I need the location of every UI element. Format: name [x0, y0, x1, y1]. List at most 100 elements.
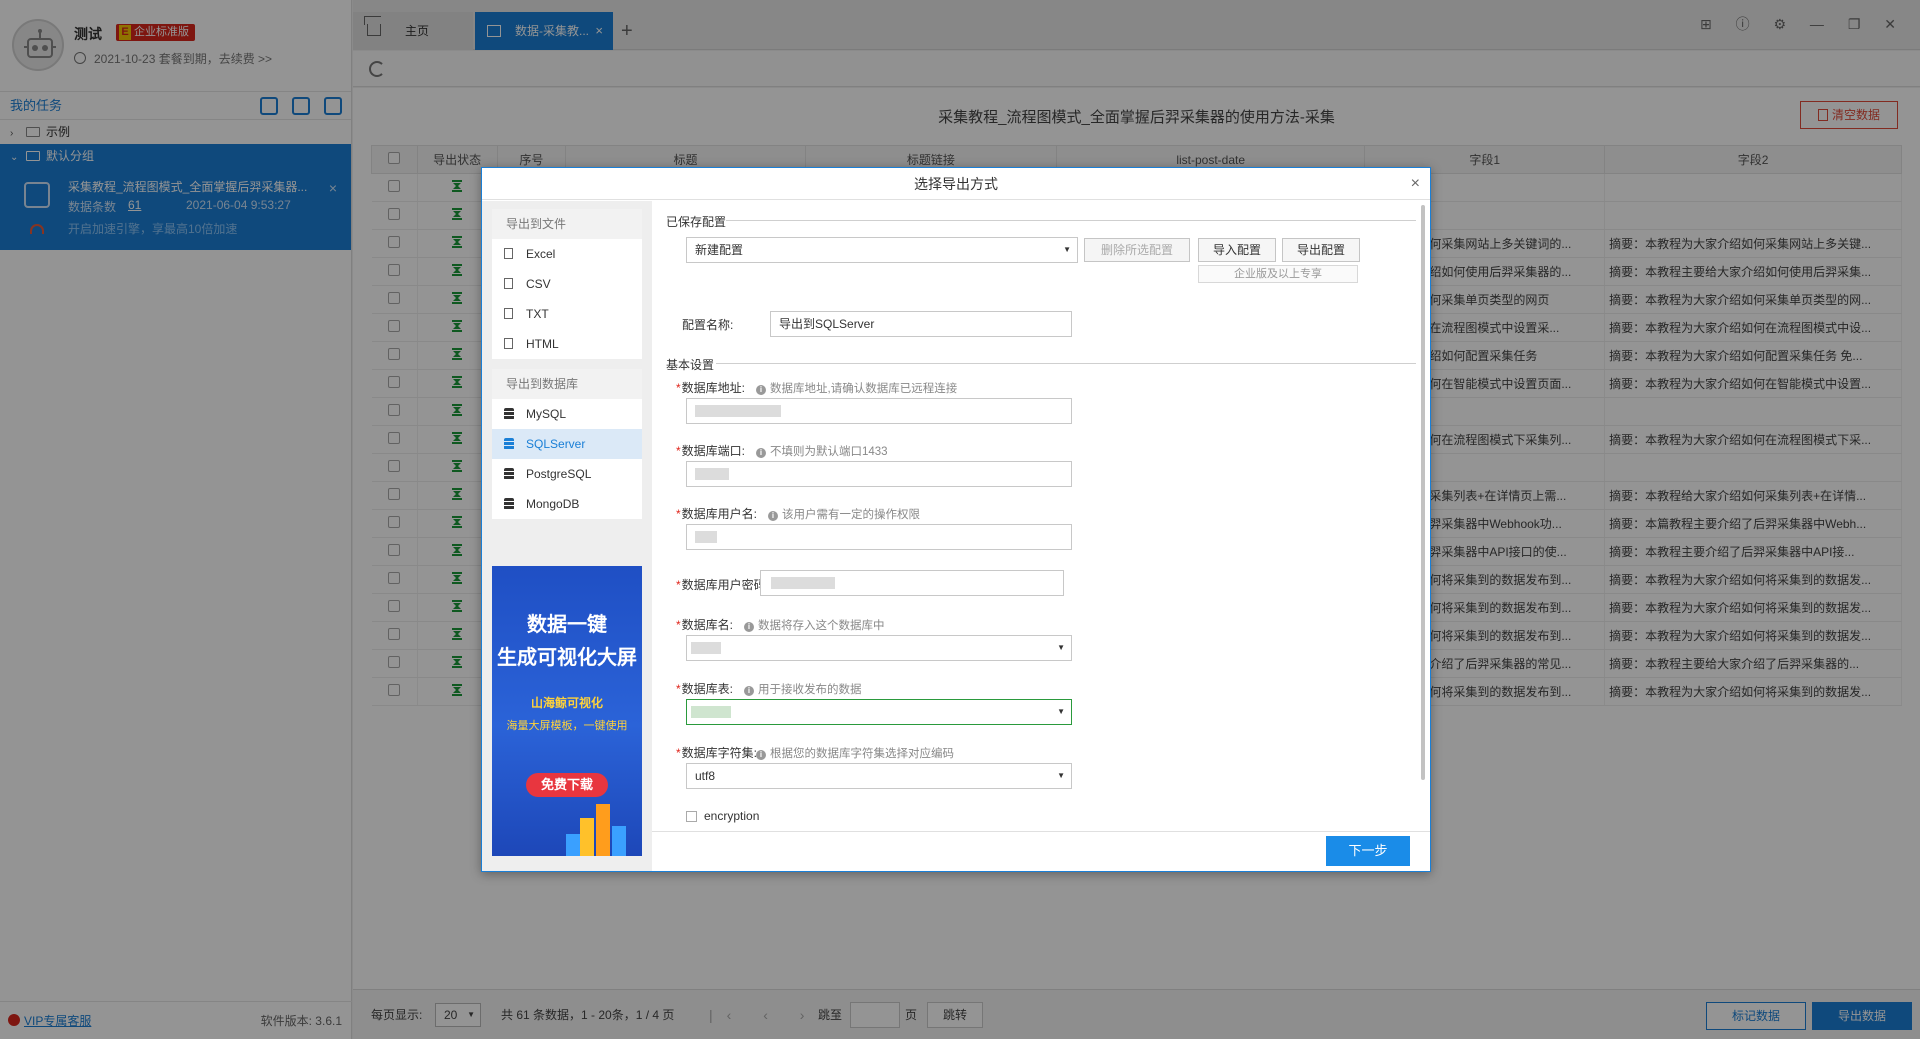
- required-mark: *: [676, 746, 681, 760]
- database-icon: [504, 408, 514, 420]
- database-icon: [504, 498, 514, 510]
- db-table-hint-text: 用于接收发布的数据: [758, 684, 862, 696]
- export-html-label: HTML: [526, 337, 559, 351]
- db-port-label: *数据库端口:: [676, 442, 745, 459]
- db-table-select[interactable]: [686, 699, 1072, 725]
- db-port-hint-text: 不填则为默认端口1433: [770, 446, 888, 458]
- export-file-group-title: 导出到文件: [492, 209, 642, 239]
- required-mark: *: [676, 507, 681, 521]
- db-user-label-text: 数据库用户名:: [681, 507, 758, 521]
- db-password-input[interactable]: [760, 570, 1064, 596]
- file-icon: [504, 308, 513, 319]
- db-address-label: *数据库地址:: [676, 379, 745, 396]
- database-icon: [504, 438, 514, 450]
- export-sqlserver[interactable]: SQLServer: [492, 429, 642, 459]
- export-sqlserver-label: SQLServer: [526, 437, 586, 451]
- dialog-header: 选择导出方式 ×: [482, 168, 1430, 200]
- promo-line4: 海量大屏模板，一键使用: [506, 720, 628, 732]
- export-excel-label: Excel: [526, 247, 556, 261]
- db-password-label: *数据库用户密码:: [676, 576, 769, 593]
- db-name-label: *数据库名:: [676, 616, 733, 633]
- required-mark: *: [676, 618, 681, 632]
- export-excel[interactable]: Excel: [492, 239, 642, 269]
- encryption-checkbox[interactable]: [686, 811, 697, 822]
- import-config-button[interactable]: 导入配置: [1198, 238, 1276, 262]
- db-address-label-text: 数据库地址:: [681, 381, 746, 395]
- promo-line3: 山海鲸可视化: [530, 696, 603, 710]
- db-table-hint: i 用于接收发布的数据: [744, 681, 862, 697]
- next-step-button[interactable]: 下一步: [1326, 836, 1410, 866]
- db-user-label: *数据库用户名:: [676, 505, 757, 522]
- export-db-group-title: 导出到数据库: [492, 369, 642, 399]
- promo-line2: 生成可视化大屏: [497, 647, 637, 669]
- config-name-input[interactable]: 导出到SQLServer: [770, 311, 1072, 337]
- db-charset-label: *数据库字符集:: [676, 744, 757, 761]
- info-icon: i: [756, 385, 766, 395]
- export-csv-label: CSV: [526, 277, 551, 291]
- db-port-hint: i 不填则为默认端口1433: [756, 443, 888, 459]
- file-icon: [504, 338, 513, 349]
- redacted-value: [691, 642, 721, 654]
- db-user-input[interactable]: [686, 524, 1072, 550]
- enterprise-only-note: 企业版及以上专享: [1198, 265, 1358, 283]
- required-mark: *: [676, 578, 681, 592]
- file-icon: [504, 248, 513, 259]
- db-address-input[interactable]: [686, 398, 1072, 424]
- db-charset-hint: i 根据您的数据库字符集选择对应编码: [756, 745, 954, 761]
- db-port-input[interactable]: [686, 461, 1072, 487]
- db-name-select[interactable]: [686, 635, 1072, 661]
- saved-config-title: 已保存配置: [666, 215, 727, 229]
- required-mark: *: [676, 381, 681, 395]
- export-mongodb[interactable]: MongoDB: [492, 489, 642, 519]
- encryption-label: encryption: [704, 809, 760, 823]
- db-table-label-text: 数据库表:: [681, 682, 734, 696]
- promo-chart-bar: [580, 818, 594, 856]
- export-type-menu: 导出到文件 Excel CSV TXT HTML 导出到数据库 MySQL SQ…: [482, 201, 652, 871]
- promo-chart-bar: [596, 804, 610, 856]
- export-config-button[interactable]: 导出配置: [1282, 238, 1360, 262]
- export-csv[interactable]: CSV: [492, 269, 642, 299]
- form-scrollbar[interactable]: [1421, 205, 1425, 780]
- redacted-value: [695, 405, 781, 417]
- config-name-label: 配置名称:: [682, 318, 734, 332]
- promo-line1: 数据一键: [527, 614, 607, 636]
- free-download-button[interactable]: 免费下载: [526, 773, 608, 797]
- db-table-label: *数据库表:: [676, 680, 733, 697]
- file-icon: [504, 278, 513, 289]
- basic-settings-title: 基本设置: [666, 358, 715, 372]
- promo-chart-bar: [612, 826, 626, 856]
- promo-banner[interactable]: 数据一键 生成可视化大屏 山海鲸可视化 海量大屏模板，一键使用 免费下载: [492, 566, 642, 856]
- export-file-group: 导出到文件 Excel CSV TXT HTML: [492, 209, 642, 359]
- info-icon: i: [768, 511, 778, 521]
- info-icon: i: [756, 750, 766, 760]
- export-db-group: 导出到数据库 MySQL SQLServer PostgreSQL MongoD…: [492, 369, 642, 519]
- info-icon: i: [744, 686, 754, 696]
- saved-config-select[interactable]: 新建配置: [686, 237, 1078, 263]
- db-port-label-text: 数据库端口:: [681, 444, 746, 458]
- db-address-hint-text: 数据库地址,请确认数据库已远程连接: [770, 383, 958, 395]
- section-divider: [726, 220, 1416, 221]
- db-user-hint: i 该用户需有一定的操作权限: [768, 506, 920, 522]
- export-postgresql-label: PostgreSQL: [526, 467, 592, 481]
- saved-config-value: 新建配置: [695, 243, 744, 257]
- export-txt[interactable]: TXT: [492, 299, 642, 329]
- db-charset-label-text: 数据库字符集:: [681, 746, 758, 760]
- export-mysql-label: MySQL: [526, 407, 567, 421]
- export-config-form: 已保存配置 新建配置 删除所选配置 导入配置 导出配置 企业版及以上专享 配置名…: [652, 201, 1430, 871]
- export-mysql[interactable]: MySQL: [492, 399, 642, 429]
- redacted-value: [695, 468, 729, 480]
- required-mark: *: [676, 444, 681, 458]
- db-password-label-text: 数据库用户密码:: [681, 578, 770, 592]
- delete-config-button[interactable]: 删除所选配置: [1084, 238, 1190, 262]
- db-charset-select[interactable]: utf8: [686, 763, 1072, 789]
- db-address-hint: i 数据库地址,请确认数据库已远程连接: [756, 380, 957, 396]
- dialog-close-icon[interactable]: ×: [1411, 168, 1420, 200]
- export-postgresql[interactable]: PostgreSQL: [492, 459, 642, 489]
- redacted-value: [695, 531, 717, 543]
- export-html[interactable]: HTML: [492, 329, 642, 359]
- db-name-hint: i 数据将存入这个数据库中: [744, 617, 885, 633]
- db-name-label-text: 数据库名:: [681, 618, 734, 632]
- db-user-hint-text: 该用户需有一定的操作权限: [782, 509, 920, 521]
- config-name-value: 导出到SQLServer: [779, 317, 875, 331]
- promo-chart-bar: [566, 834, 580, 856]
